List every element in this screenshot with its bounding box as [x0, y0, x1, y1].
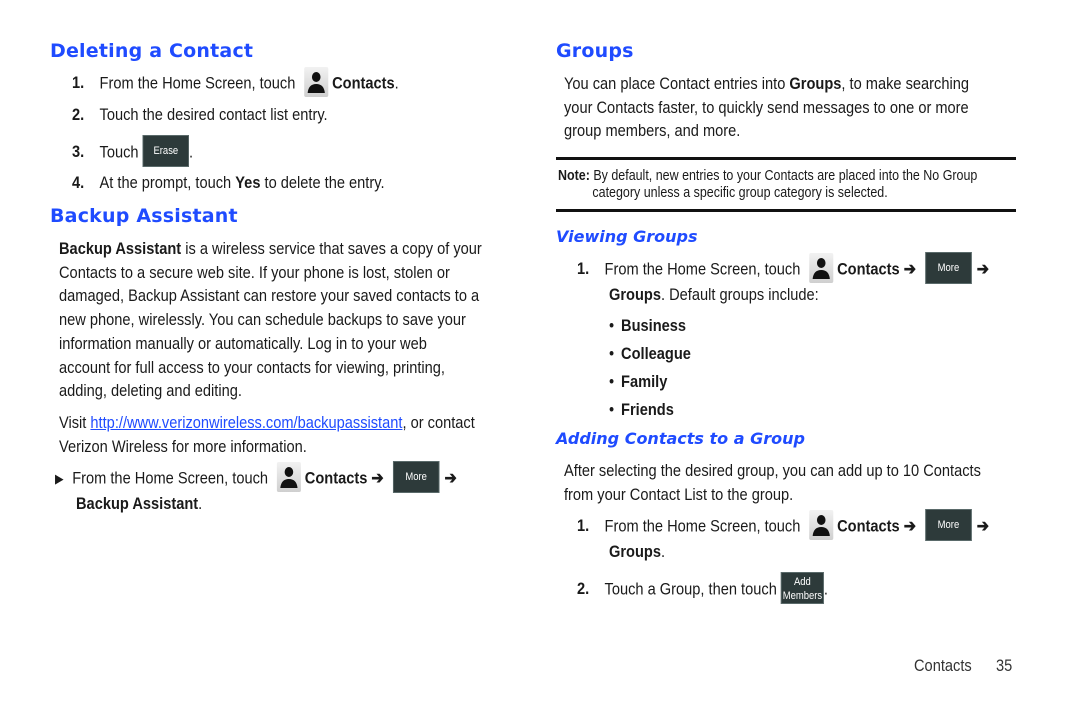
- visit-paragraph: Visit http://www.verizonwireless.com/bac…: [59, 413, 475, 456]
- add-members-button[interactable]: Add Members: [780, 572, 824, 604]
- heading-groups: Groups: [556, 40, 634, 62]
- note-top-rule: [556, 157, 1016, 160]
- note-box: Note: By default, new entries to your Co…: [558, 168, 978, 201]
- adding-paragraph: After selecting the desired group, you c…: [564, 461, 981, 504]
- delete-step-3: 3. Touch Erase.: [72, 135, 193, 169]
- page-number: 35: [996, 656, 1013, 675]
- adding-step-2: 2. Touch a Group, then touch Add Members.: [577, 572, 828, 606]
- heading-viewing-groups: Viewing Groups: [556, 227, 698, 246]
- footer-section: Contacts: [914, 656, 972, 675]
- delete-step-2: 2. Touch the desired contact list entry.: [72, 105, 328, 124]
- group-item-family: • Family: [609, 372, 668, 391]
- viewing-step-1-line2: Groups. Default groups include:: [609, 285, 819, 304]
- delete-step-1: 1. From the Home Screen, touch Contacts.: [72, 67, 399, 99]
- triangle-marker-icon: ▶: [55, 471, 64, 487]
- note-bottom-rule: [556, 209, 1016, 212]
- more-button[interactable]: More: [925, 252, 972, 284]
- adding-step-1: 1. From the Home Screen, touch Contacts ➔…: [577, 509, 989, 543]
- contacts-icon[interactable]: [809, 253, 834, 283]
- groups-paragraph: You can place Contact entries into Group…: [564, 74, 969, 141]
- group-item-business: • Business: [609, 316, 687, 335]
- contacts-icon[interactable]: [277, 462, 302, 492]
- delete-step-4: 4. At the prompt, touch Yes to delete the…: [72, 173, 385, 192]
- erase-button[interactable]: Erase: [142, 135, 190, 167]
- more-button[interactable]: More: [392, 461, 440, 493]
- viewing-step-1: 1. From the Home Screen, touch Contacts ➔…: [577, 252, 989, 286]
- heading-backup-assistant: Backup Assistant: [50, 205, 238, 227]
- group-item-friends: • Friends: [609, 400, 674, 419]
- contacts-icon[interactable]: [304, 67, 329, 97]
- backup-step: ▶ From the Home Screen, touch Contacts ➔ …: [55, 461, 457, 495]
- adding-step-1-line2: Groups.: [609, 542, 666, 561]
- more-button[interactable]: More: [925, 509, 972, 541]
- group-item-colleague: • Colleague: [609, 344, 691, 363]
- contacts-icon[interactable]: [809, 510, 834, 540]
- backup-step-line2: Backup Assistant.: [76, 494, 203, 513]
- backup-paragraph: Backup Assistant is a wireless service t…: [59, 239, 482, 401]
- heading-deleting-contact: Deleting a Contact: [50, 40, 254, 62]
- heading-adding-contacts: Adding Contacts to a Group: [556, 429, 805, 448]
- backup-assistant-link[interactable]: http://www.verizonwireless.com/backupass…: [90, 413, 402, 432]
